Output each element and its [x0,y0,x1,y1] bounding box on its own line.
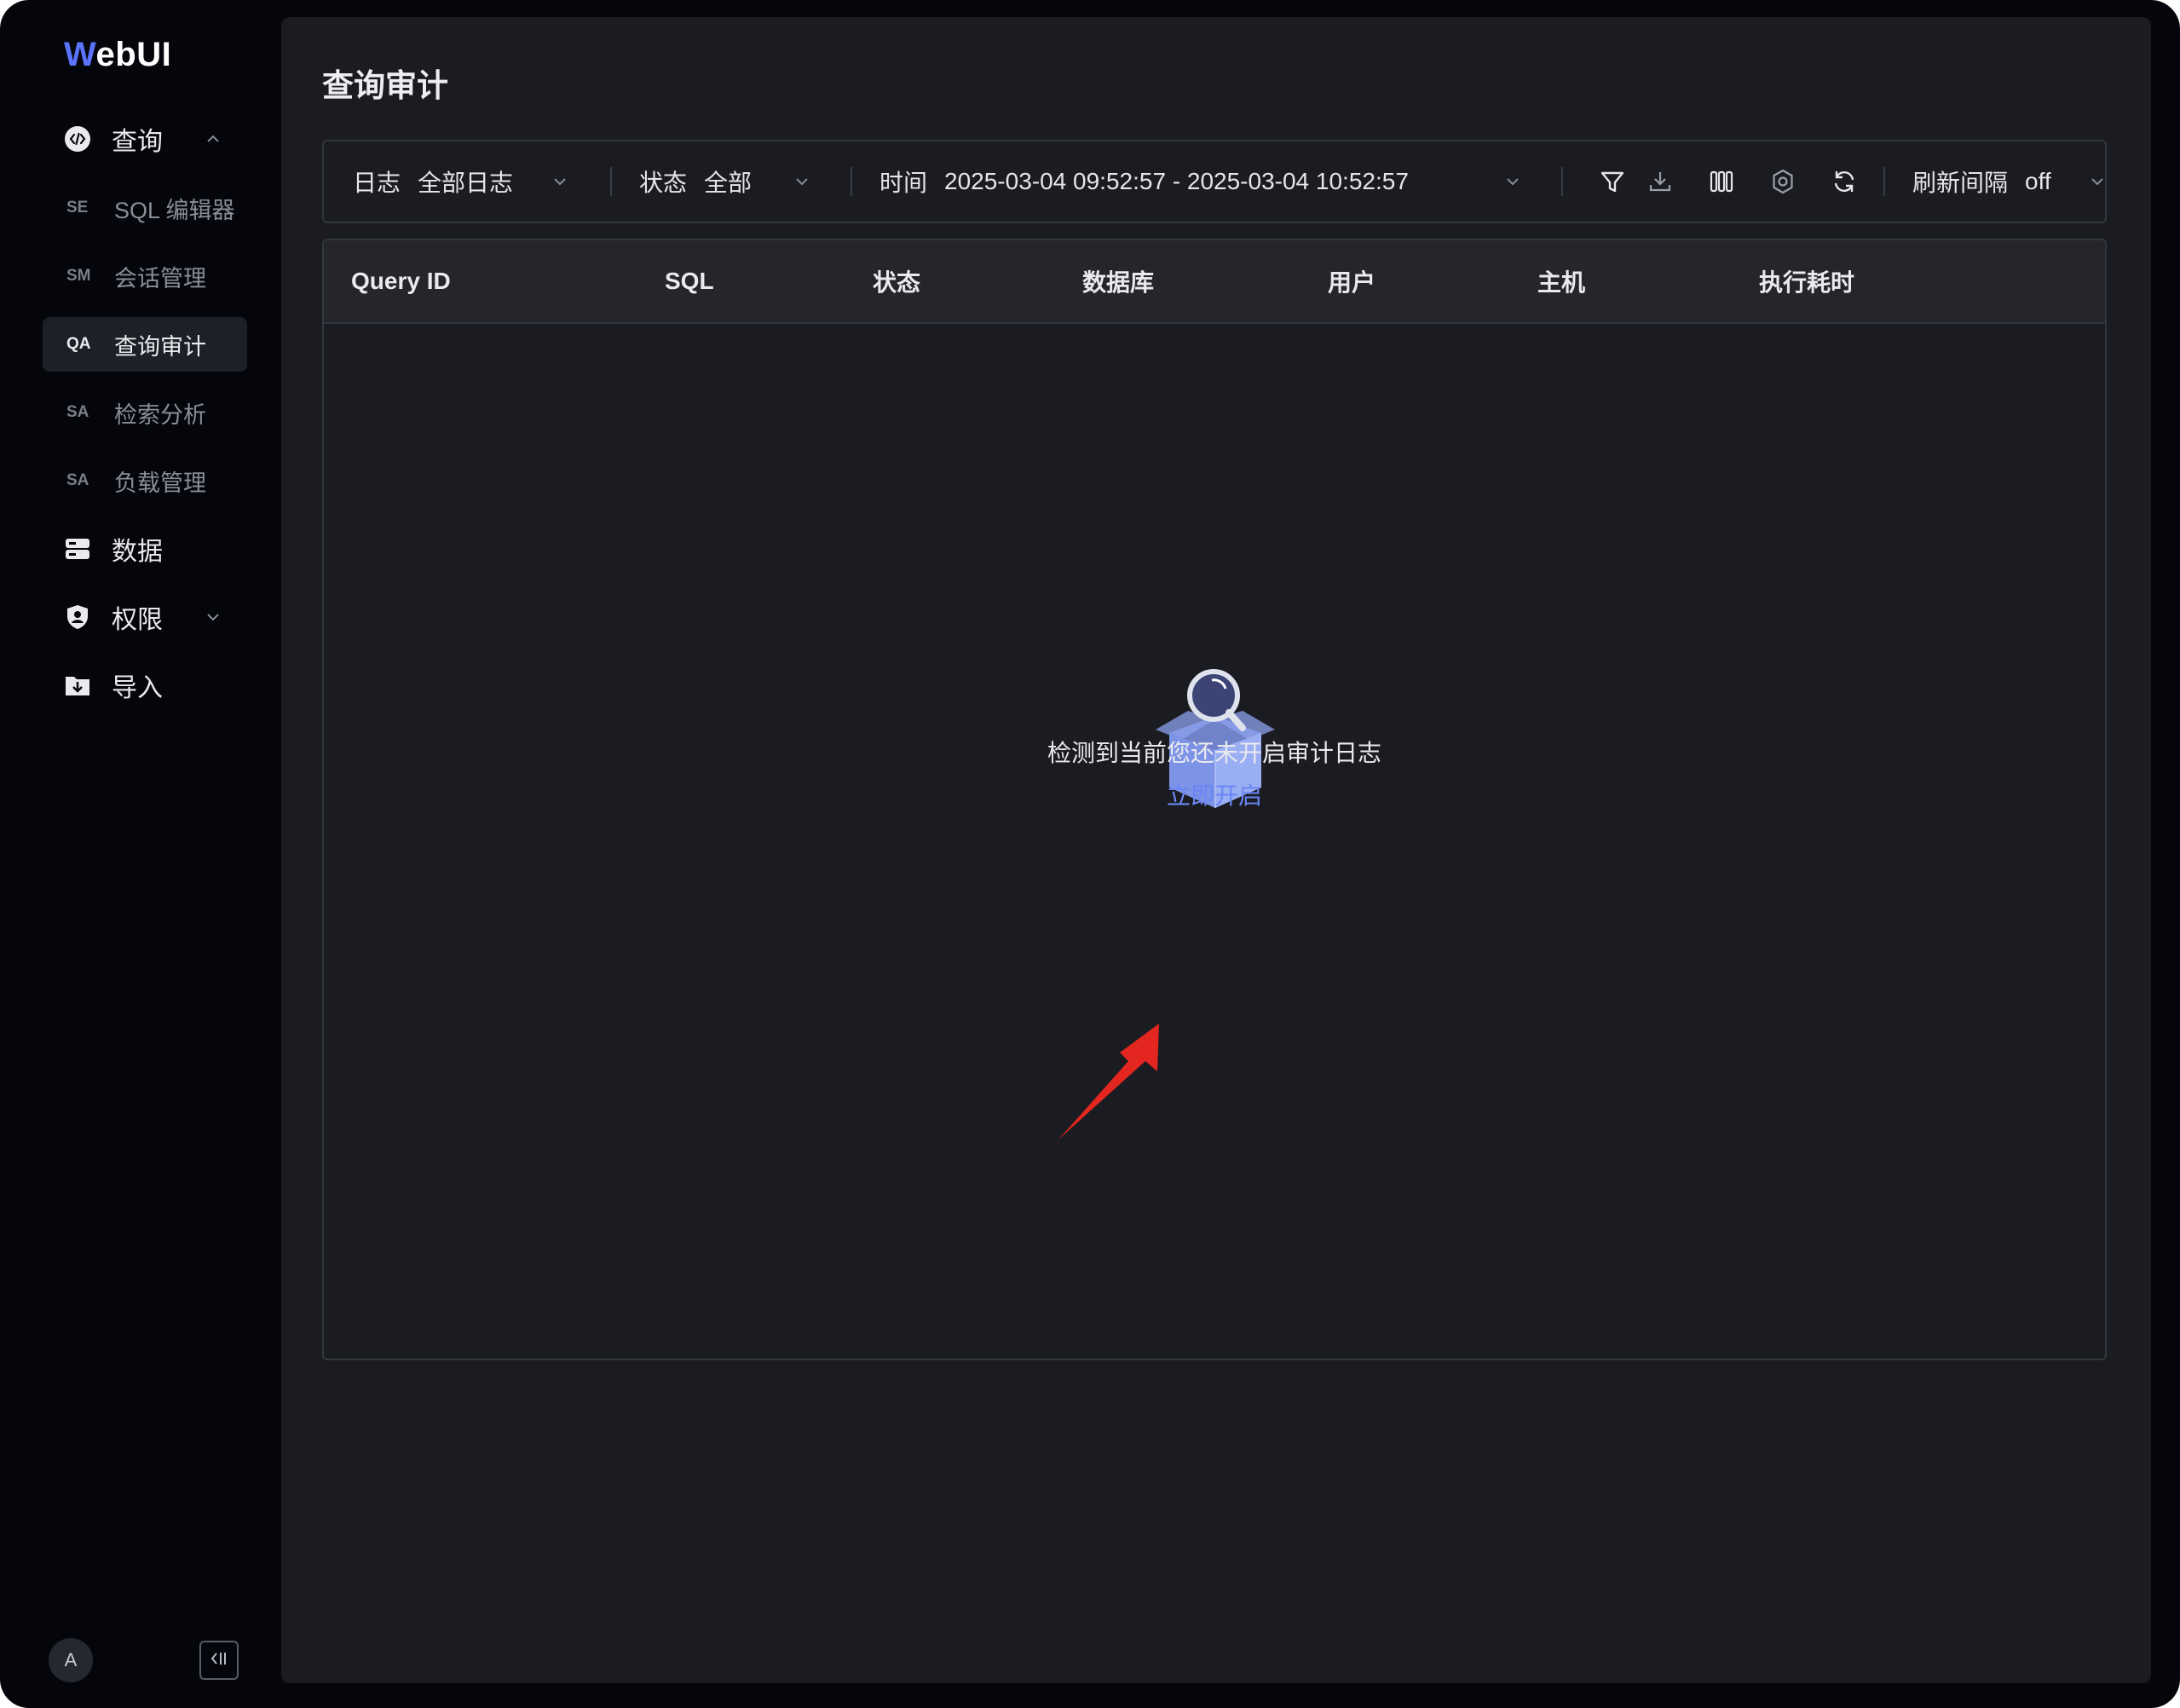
column-header-duration[interactable]: 执行耗时 [1759,240,1854,322]
log-filter-label: 日志 [353,170,401,196]
sidebar-item-query-audit[interactable]: QA 查询审计 [43,317,247,372]
page-title: 查询审计 [322,68,448,103]
database-icon [64,535,91,563]
column-header-host[interactable]: 主机 [1537,240,1585,322]
enable-audit-log-link[interactable]: 立即开启 [324,777,2105,811]
download-icon[interactable] [1645,166,1675,197]
sidebar-item-abbr: SE [66,199,89,216]
nav-group-import[interactable]: 导入 [64,664,163,707]
nav-group-query[interactable]: 查询 [64,118,219,160]
time-range-value: 2025-03-04 09:52:57 - 2025-03-04 10:52:5… [944,168,1409,194]
divider [1883,167,1885,196]
column-header-status[interactable]: 状态 [873,240,920,322]
nav-group-label: 数据 [112,538,163,566]
column-header-user[interactable]: 用户 [1328,240,1375,322]
column-header-database[interactable]: 数据库 [1082,240,1154,322]
table-header: Query ID SQL 状态 数据库 用户 主机 执行耗时 [324,240,2105,324]
app-window: WebUI 查询 SE SQL 编辑器 SM 会话管理 QA 查询审计 SA 检… [0,0,2180,1708]
filter-toolbar: 日志 全部日志 状态 全部 时间 2025-03-04 09:52:57 - 2… [322,140,2107,223]
chevron-down-icon [200,604,226,630]
sidebar-item-search-analysis[interactable]: SA 检索分析 [43,385,247,440]
folder-import-icon [64,672,91,699]
logo: WebUI [64,36,172,73]
refresh-interval-label: 刷新间隔 [1912,170,2009,196]
status-filter-value: 全部 [704,170,753,196]
sidebar-item-label: 查询审计 [114,333,206,360]
code-icon [64,125,91,153]
collapse-sidebar-button[interactable] [199,1641,239,1680]
log-filter-select[interactable]: 日志 全部日志 [353,141,513,222]
sidebar-item-abbr: QA [66,335,91,353]
sidebar-item-workload-management[interactable]: SA 负载管理 [43,453,247,508]
nav-group-label: 权限 [112,606,163,634]
chevron-down-icon[interactable] [1502,170,1524,193]
annotation-arrow-icon [1058,1024,1159,1140]
sidebar-item-label: SQL 编辑器 [114,197,235,223]
sidebar-item-sql-editor[interactable]: SE SQL 编辑器 [43,181,247,235]
divider [1561,167,1563,196]
column-header-sql[interactable]: SQL [665,240,714,322]
sidebar-item-label: 会话管理 [114,265,206,291]
settings-icon[interactable] [1768,166,1798,197]
columns-icon[interactable] [1706,166,1737,197]
sidebar-item-abbr: SA [66,471,89,489]
nav-group-data[interactable]: 数据 [64,528,163,570]
collapse-icon [206,1646,232,1676]
filter-icon[interactable] [1597,166,1628,197]
nav-group-label: 查询 [112,128,163,156]
chevron-down-icon[interactable] [791,170,813,193]
nav-group-label: 导入 [112,674,163,702]
time-range-label: 时间 [879,170,928,196]
query-audit-table: Query ID SQL 状态 数据库 用户 主机 执行耗时 检测到当前您还未开… [322,239,2107,1360]
sidebar-item-label: 检索分析 [114,401,206,428]
chevron-down-icon[interactable] [2086,170,2105,193]
chevron-down-icon[interactable] [549,170,571,193]
chevron-up-icon [200,126,226,152]
divider [610,167,612,196]
empty-state-message: 检测到当前您还未开启审计日志 [1047,740,1381,766]
avatar[interactable]: A [49,1638,93,1682]
sidebar-item-session-management[interactable]: SM 会话管理 [43,249,247,303]
refresh-interval-value: off [2025,168,2051,194]
status-filter-label: 状态 [639,170,688,196]
sidebar-item-abbr: SA [66,403,89,421]
refresh-interval-select[interactable]: 刷新间隔 off [1912,141,2051,222]
sidebar-item-abbr: SM [66,267,91,285]
main-panel: 查询审计 日志 全部日志 状态 全部 时间 2025-03-04 09:52:5… [281,17,2151,1683]
status-filter-select[interactable]: 状态 全部 [639,141,752,222]
time-range-picker[interactable]: 时间 2025-03-04 09:52:57 - 2025-03-04 10:5… [879,141,1409,222]
column-header-query-id[interactable]: Query ID [351,240,451,322]
divider [851,167,852,196]
shield-icon [64,603,91,631]
sidebar-item-label: 负载管理 [114,470,206,496]
nav-group-permissions[interactable]: 权限 [64,596,219,638]
log-filter-value: 全部日志 [418,170,514,196]
sidebar: WebUI 查询 SE SQL 编辑器 SM 会话管理 QA 查询审计 SA 检… [0,0,281,1708]
refresh-icon[interactable] [1829,166,1860,197]
